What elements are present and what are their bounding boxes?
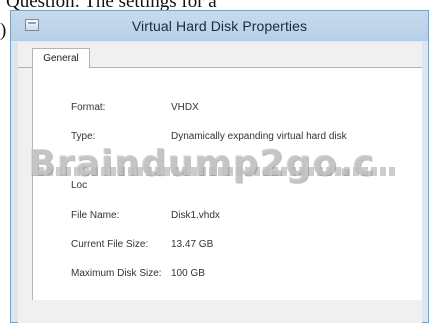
current-size-value: 13.47 GB bbox=[171, 239, 214, 250]
title-bar[interactable]: Virtual Hard Disk Properties bbox=[11, 11, 428, 41]
current-size-label: Current File Size: bbox=[71, 239, 149, 250]
file-name-value: Disk1.vhdx bbox=[171, 210, 220, 221]
tab-strip: General bbox=[18, 42, 422, 69]
question-marker: ) bbox=[0, 20, 7, 41]
type-label: Type: bbox=[71, 131, 96, 142]
max-size-value: 100 GB bbox=[171, 268, 205, 279]
type-value: Dynamically expanding virtual hard disk bbox=[171, 131, 347, 142]
max-size-label: Maximum Disk Size: bbox=[71, 268, 162, 279]
tab-general[interactable]: General bbox=[32, 48, 90, 69]
format-value: VHDX bbox=[171, 102, 199, 113]
window-title: Virtual Hard Disk Properties bbox=[131, 18, 308, 34]
file-name-label: File Name: bbox=[71, 210, 120, 221]
watermark: Braindump2go.c bbox=[28, 143, 375, 184]
format-label: Format: bbox=[71, 102, 106, 113]
general-panel: Format: VHDX Type: Dynamically expanding… bbox=[32, 68, 422, 300]
